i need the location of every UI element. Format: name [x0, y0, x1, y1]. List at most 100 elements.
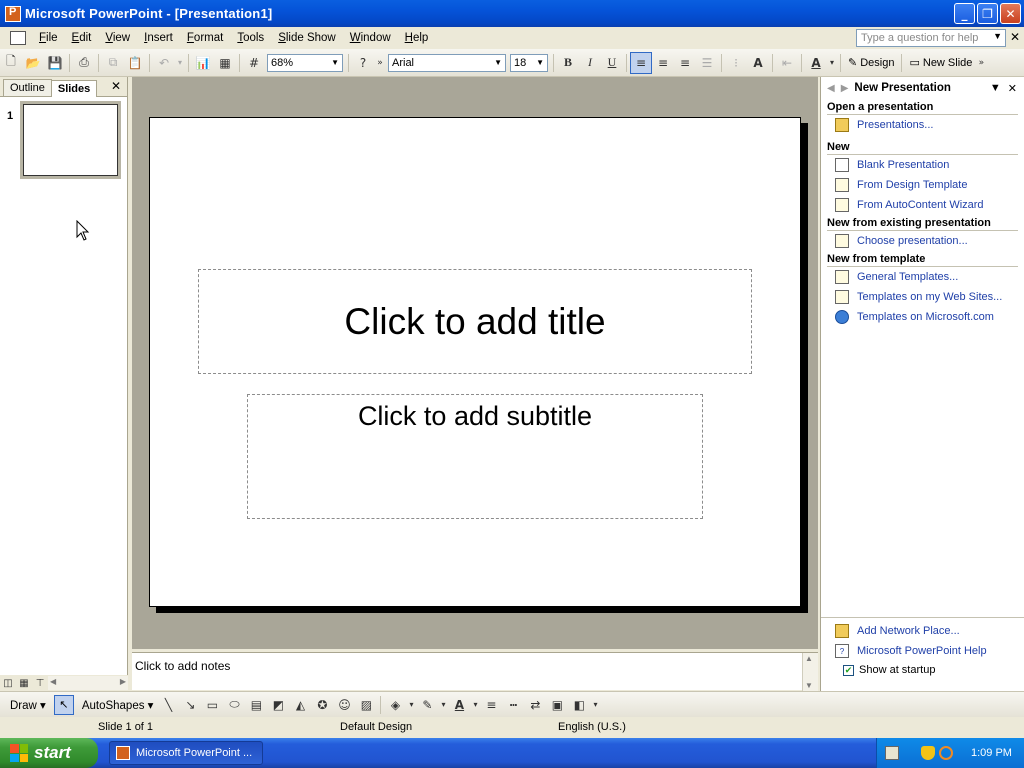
slide-canvas[interactable]: Click to add title Click to add subtitle: [149, 117, 801, 607]
slide-show-icon[interactable]: ⊤: [32, 676, 48, 690]
forward-icon[interactable]: ▶: [841, 83, 849, 94]
insert-chart-icon[interactable]: 📊: [192, 52, 214, 74]
start-button[interactable]: start: [0, 738, 98, 768]
select-pointer-icon[interactable]: ↖: [53, 694, 74, 715]
menu-slide-show[interactable]: Slide Show: [271, 32, 343, 44]
menu-format[interactable]: Format: [180, 32, 230, 44]
show-at-startup-checkbox[interactable]: ✔ Show at startup: [821, 661, 1024, 679]
link-choose-presentation[interactable]: Choose presentation...: [821, 231, 1024, 251]
clip-art-icon[interactable]: ☺: [333, 694, 355, 716]
increase-font-icon[interactable]: A: [747, 52, 769, 74]
line-icon[interactable]: ╲: [157, 694, 179, 716]
notes-scrollbar[interactable]: ▲ ▼: [802, 653, 818, 691]
font-color-icon[interactable]: A: [805, 52, 827, 74]
bullets-icon[interactable]: ⁝: [725, 52, 747, 74]
dash-style-icon[interactable]: ┅: [502, 694, 524, 716]
chevron-down-icon[interactable]: ▼: [331, 58, 339, 67]
copy-icon[interactable]: ⧉: [102, 52, 124, 74]
grid-icon[interactable]: #: [243, 52, 265, 74]
subtitle-placeholder[interactable]: Click to add subtitle: [247, 394, 703, 519]
chevron-down-icon[interactable]: ▾: [827, 52, 837, 74]
indent-icon[interactable]: ⇤: [776, 52, 798, 74]
back-icon[interactable]: ◀: [827, 83, 835, 94]
picture-icon[interactable]: ▨: [355, 694, 377, 716]
close-button[interactable]: ✕: [1000, 3, 1021, 24]
scroll-up-icon[interactable]: ▲: [805, 654, 813, 663]
tab-slides[interactable]: Slides: [50, 80, 98, 97]
arrow-icon[interactable]: ↘: [179, 694, 201, 716]
autoshapes-menu-button[interactable]: AutoShapes ▾: [78, 698, 158, 712]
align-right-icon[interactable]: ≡: [674, 52, 696, 74]
title-placeholder[interactable]: Click to add title: [198, 269, 752, 374]
taskbar-powerpoint-button[interactable]: Microsoft PowerPoint ...: [109, 741, 263, 765]
slide-thumbnail[interactable]: [20, 101, 121, 179]
chevron-down-icon[interactable]: ▼: [494, 58, 502, 67]
document-icon[interactable]: [10, 31, 26, 45]
horizontal-scrollbar[interactable]: ◀ ▶: [48, 676, 128, 690]
oval-icon[interactable]: ⬭: [223, 694, 245, 716]
help-search-input[interactable]: Type a question for help ▼: [856, 29, 1006, 47]
menu-file[interactable]: File: [32, 32, 65, 44]
menu-help[interactable]: Help: [398, 32, 436, 44]
shadow-icon[interactable]: ▣: [546, 694, 568, 716]
menu-insert[interactable]: Insert: [137, 32, 180, 44]
chevron-down-icon[interactable]: ▼: [993, 31, 1002, 41]
chevron-down-icon[interactable]: ▾: [438, 694, 448, 716]
notes-pane[interactable]: Click to add notes ▲ ▼: [132, 652, 818, 691]
arrow-style-icon[interactable]: ⇄: [524, 694, 546, 716]
tab-outline[interactable]: Outline: [3, 79, 52, 96]
zoom-select[interactable]: 68% ▼: [267, 53, 343, 72]
bold-button[interactable]: B: [557, 52, 579, 74]
justify-icon[interactable]: ☰: [696, 52, 718, 74]
slide-sorter-icon[interactable]: ▦: [16, 676, 32, 690]
undo-icon[interactable]: ↶: [153, 52, 175, 74]
draw-menu-button[interactable]: Draw ▾: [6, 698, 50, 712]
shield-icon[interactable]: [921, 746, 935, 760]
close-icon[interactable]: ✕: [1008, 82, 1017, 95]
font-size-select[interactable]: 18 ▼: [510, 53, 548, 72]
font-color-icon[interactable]: A: [448, 694, 470, 716]
scroll-down-icon[interactable]: ▼: [805, 681, 813, 690]
menu-view[interactable]: View: [98, 32, 137, 44]
cycle-diagram-icon[interactable]: ✪: [311, 694, 333, 716]
checkmark-icon[interactable]: ✔: [843, 664, 854, 676]
menu-window[interactable]: Window: [343, 32, 398, 44]
chevron-down-icon[interactable]: ▼: [536, 58, 544, 67]
new-slide-button[interactable]: ▭ New Slide: [905, 56, 976, 70]
normal-view-icon[interactable]: ◫: [0, 676, 16, 690]
maximize-button[interactable]: ❐: [977, 3, 998, 24]
link-presentations[interactable]: Presentations...: [821, 115, 1024, 135]
paste-icon[interactable]: 📋: [124, 52, 146, 74]
link-design-template[interactable]: From Design Template: [821, 175, 1024, 195]
scroll-left-icon[interactable]: ◀: [50, 677, 56, 686]
underline-button[interactable]: U: [601, 52, 623, 74]
fill-color-icon[interactable]: ◈: [384, 694, 406, 716]
menu-tools[interactable]: Tools: [230, 32, 271, 44]
link-microsoft-com[interactable]: Templates on Microsoft.com: [821, 307, 1024, 327]
chevron-down-icon[interactable]: ▾: [175, 52, 185, 74]
close-document-icon[interactable]: ✕: [1010, 30, 1020, 44]
diagram-icon[interactable]: ◭: [289, 694, 311, 716]
open-folder-icon[interactable]: 📂: [22, 52, 44, 74]
chevron-down-icon[interactable]: ▾: [406, 694, 416, 716]
link-general-templates[interactable]: General Templates...: [821, 267, 1024, 287]
insert-table-icon[interactable]: ▦: [214, 52, 236, 74]
link-web-sites[interactable]: Templates on my Web Sites...: [821, 287, 1024, 307]
save-icon[interactable]: 💾: [44, 52, 66, 74]
design-button[interactable]: ✎ Design: [844, 56, 898, 70]
close-pane-icon[interactable]: ✕: [111, 79, 121, 93]
chevron-down-icon[interactable]: ▾: [590, 694, 600, 716]
line-style-icon[interactable]: ≡: [480, 694, 502, 716]
link-blank-presentation[interactable]: Blank Presentation: [821, 155, 1024, 175]
3d-icon[interactable]: ◧: [568, 694, 590, 716]
align-left-icon[interactable]: ≡: [630, 51, 652, 74]
link-autocontent-wizard[interactable]: From AutoContent Wizard: [821, 195, 1024, 215]
chevron-down-icon[interactable]: ▼: [990, 82, 1001, 94]
link-network-place[interactable]: Add Network Place...: [821, 621, 1024, 641]
scroll-right-icon[interactable]: ▶: [120, 677, 126, 686]
link-powerpoint-help[interactable]: ? Microsoft PowerPoint Help: [821, 641, 1024, 661]
rectangle-icon[interactable]: ▭: [201, 694, 223, 716]
minimize-button[interactable]: _: [954, 3, 975, 24]
menu-edit[interactable]: Edit: [65, 32, 99, 44]
search-icon[interactable]: [939, 746, 953, 760]
